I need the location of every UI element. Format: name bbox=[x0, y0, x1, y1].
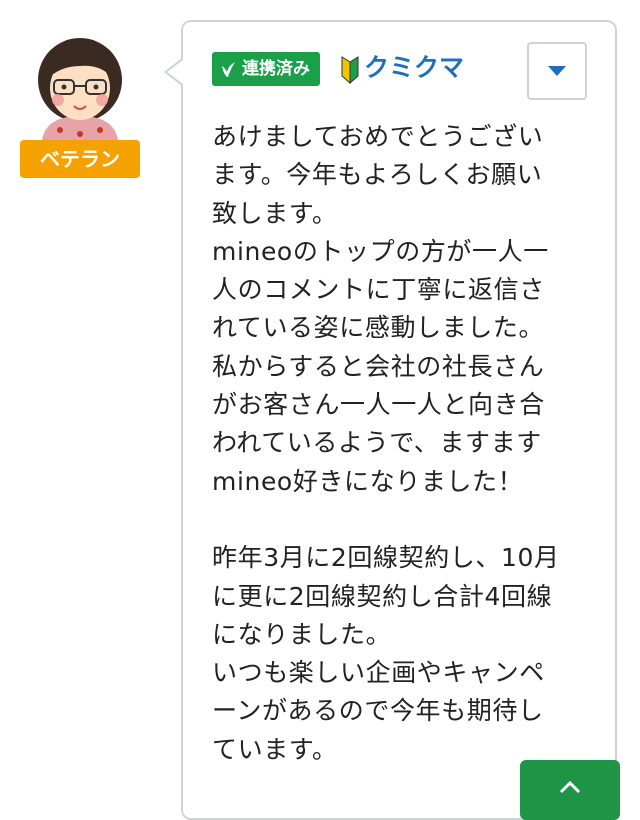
bubble-tail-inner bbox=[167, 60, 183, 84]
username-link[interactable]: クミクマ bbox=[364, 50, 464, 86]
chevron-down-icon bbox=[548, 66, 566, 76]
comment-menu-button[interactable] bbox=[527, 42, 587, 100]
comment-line: に更に2回線契約し合計4回線 bbox=[212, 581, 553, 611]
comment-line: 致します。 bbox=[212, 198, 338, 228]
scroll-to-top-button[interactable] bbox=[520, 760, 620, 820]
beginner-mark-icon bbox=[341, 56, 359, 84]
comment-line: mineoのトップの方が一人一 bbox=[212, 236, 549, 266]
comment-line: あけましておめでとうござい bbox=[212, 122, 544, 151]
leaf-check-icon bbox=[222, 62, 235, 77]
comment-line: mineo好きになりました！ bbox=[212, 466, 524, 496]
comment-line: いつも楽しい企画やキャンペ bbox=[212, 658, 545, 688]
comment-line: になりました。 bbox=[212, 619, 392, 649]
comment-blank-line bbox=[212, 501, 592, 539]
comment-line: れている姿に感動しました。 bbox=[212, 313, 545, 343]
chevron-up-icon bbox=[559, 780, 581, 794]
comment-line: われているようで、ますます bbox=[212, 428, 542, 458]
linked-badge: 連携済み bbox=[212, 52, 320, 86]
linked-label: 連携済み bbox=[242, 59, 310, 79]
comment-text: あけましておめでとうござい ます。今年もよろしくお願い 致します。 mineoの… bbox=[212, 118, 592, 769]
avatar[interactable] bbox=[32, 36, 128, 140]
comment-line: 私からすると会社の社長さん bbox=[212, 351, 545, 381]
comment-line: 人のコメントに丁寧に返信さ bbox=[212, 275, 545, 305]
comment-line: ます。今年もよろしくお願い bbox=[212, 160, 543, 190]
rank-badge: ベテラン bbox=[20, 140, 140, 178]
comment-line: がお客さん一人一人と向き合 bbox=[212, 390, 545, 420]
comment-line: ーンがあるので今年も期待し bbox=[212, 696, 544, 726]
comment-line: 昨年3月に2回線契約し、10月 bbox=[212, 543, 560, 573]
